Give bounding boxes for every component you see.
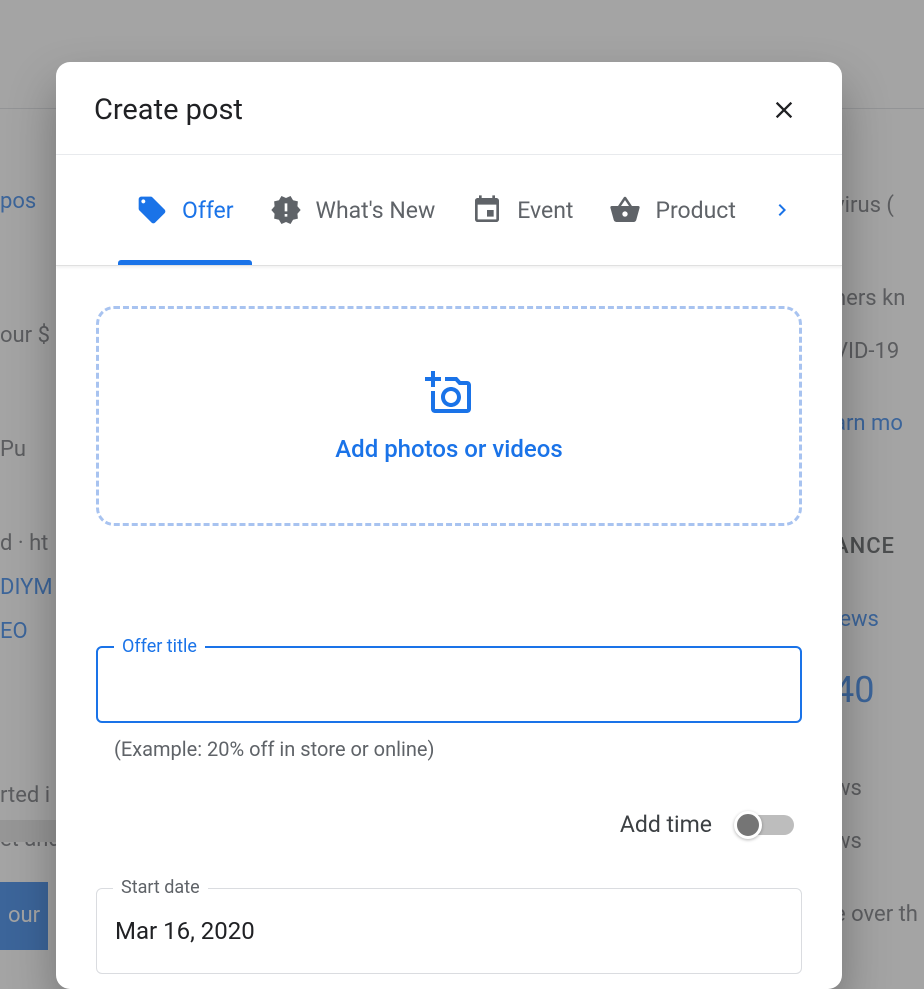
tab-label: Product [655, 197, 735, 224]
create-post-modal: Create post Offer What's New Event Produ… [56, 62, 842, 989]
offer-title-field-group: Offer title (Example: 20% off in store o… [96, 646, 802, 761]
tab-offer[interactable]: Offer [118, 155, 252, 265]
tab-label: What's New [316, 197, 436, 224]
modal-title: Create post [94, 93, 243, 127]
upload-label: Add photos or videos [335, 435, 562, 463]
tab-event[interactable]: Event [453, 155, 591, 265]
offer-title-label: Offer title [114, 636, 205, 657]
tag-icon [136, 194, 168, 226]
modal-body: Add photos or videos Offer title (Exampl… [56, 266, 842, 989]
close-button[interactable] [764, 90, 804, 130]
offer-title-input[interactable] [116, 672, 782, 697]
start-date-input[interactable]: Start date Mar 16, 2020 [96, 888, 802, 974]
basket-icon [609, 194, 641, 226]
tabs-scroll-right[interactable] [762, 190, 802, 230]
start-date-label: Start date [113, 877, 208, 898]
tab-label: Offer [182, 197, 234, 224]
upload-media-zone[interactable]: Add photos or videos [96, 306, 802, 526]
modal-header: Create post [56, 62, 842, 155]
tab-product[interactable]: Product [591, 155, 753, 265]
tab-whats-new[interactable]: What's New [252, 155, 454, 265]
offer-title-hint: (Example: 20% off in store or online) [96, 737, 802, 761]
toggle-knob [734, 811, 762, 839]
tabs-container: Offer What's New Event Product [56, 155, 842, 266]
add-time-row: Add time [96, 811, 802, 838]
chevron-right-icon [770, 198, 794, 222]
start-date-value: Mar 16, 2020 [115, 917, 783, 945]
tab-label: Event [517, 197, 573, 224]
add-photo-icon [425, 369, 473, 417]
start-date-field-group: Start date Mar 16, 2020 [96, 888, 802, 974]
add-time-toggle[interactable] [736, 815, 794, 835]
calendar-icon [471, 194, 503, 226]
add-time-label: Add time [620, 811, 712, 838]
burst-icon [270, 194, 302, 226]
close-icon [770, 96, 798, 124]
